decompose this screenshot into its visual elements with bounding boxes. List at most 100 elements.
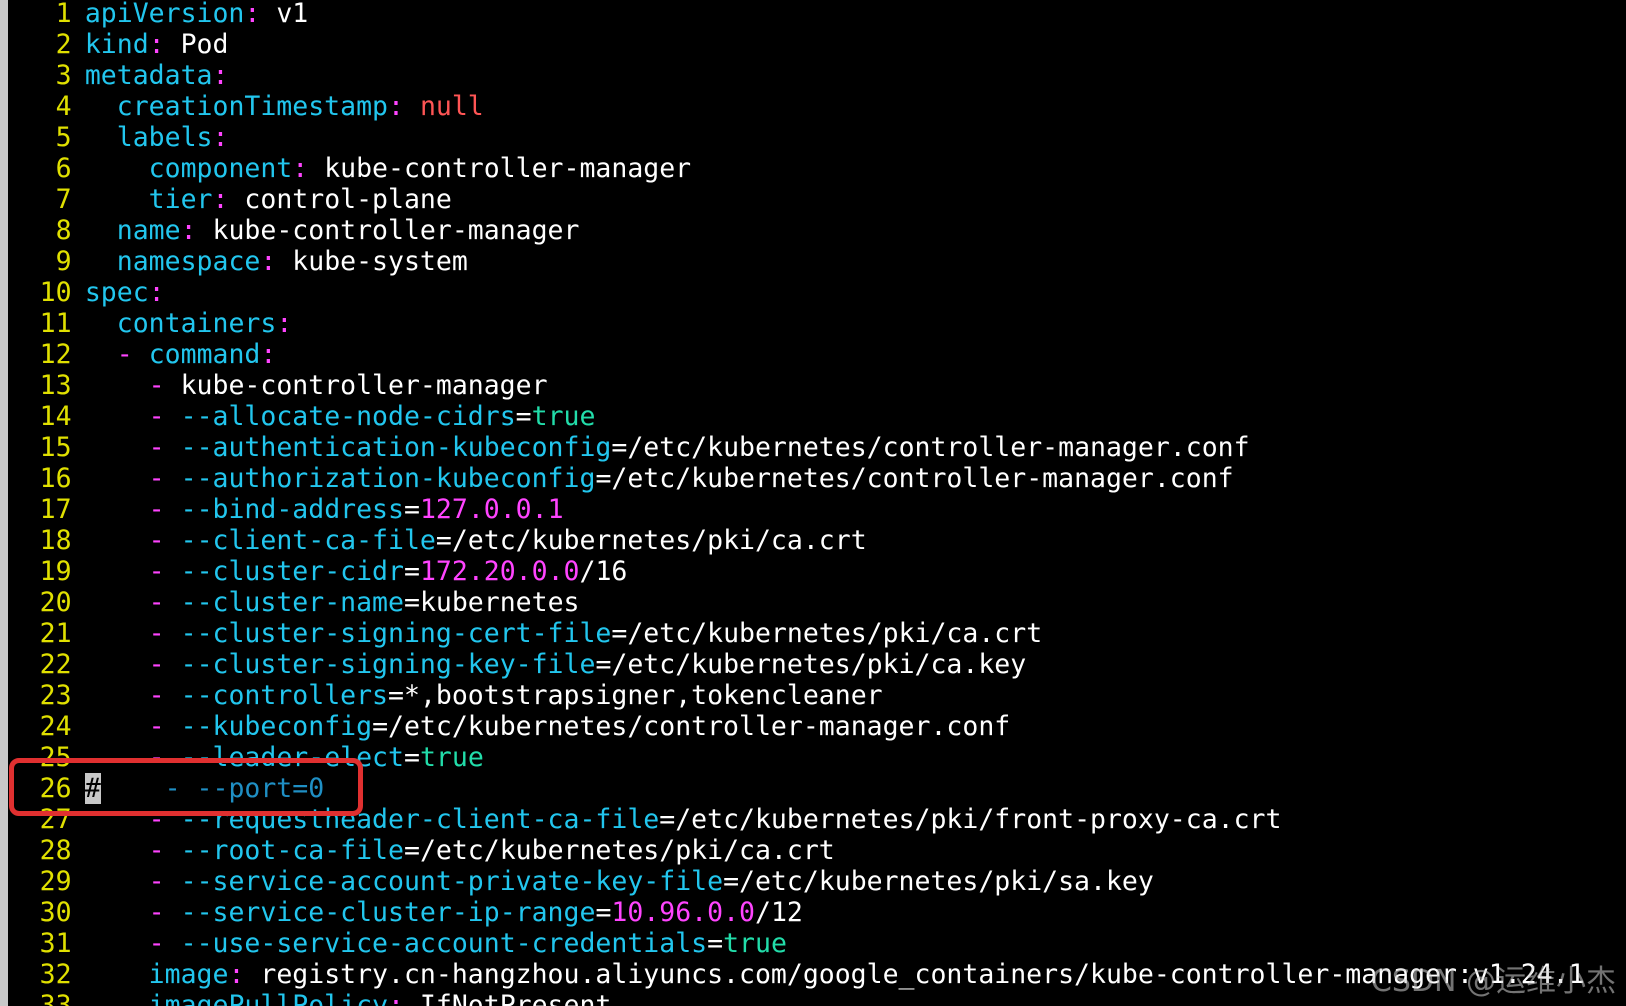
code-token: = [403, 556, 420, 587]
code-line-6[interactable]: 6 component: kube-controller-manager [8, 153, 1585, 184]
code-line-29[interactable]: 29 - --service-account-private-key-file=… [8, 866, 1585, 897]
code-token: =/etc/kubernetes/controller-manager.conf [611, 432, 1250, 463]
code-token: : [212, 122, 229, 153]
code-token: --service-account-private-key-file [180, 866, 724, 897]
code-line-25[interactable]: 25 - --leader-elect=true [8, 742, 1585, 773]
code-token: = [515, 401, 532, 432]
code-line-11[interactable]: 11 containers: [8, 308, 1585, 339]
line-number: 33 [39, 990, 72, 1006]
code-token: IfNotPresent [403, 990, 612, 1006]
code-token: creationTimestamp [116, 91, 388, 122]
code-line-28[interactable]: 28 - --root-ca-file=/etc/kubernetes/pki/… [8, 835, 1585, 866]
code-token: tier [148, 184, 213, 215]
code-token: - [148, 618, 165, 649]
code-line-18[interactable]: 18 - --client-ca-file=/etc/kubernetes/pk… [8, 525, 1585, 556]
line-number: 10 [39, 277, 72, 308]
code-line-2[interactable]: 2 kind: Pod [8, 29, 1585, 60]
window-edge [0, 0, 8, 1006]
code-line-10[interactable]: 10 spec: [8, 277, 1585, 308]
code-token: : [276, 308, 293, 339]
code-line-19[interactable]: 19 - --cluster-cidr=172.20.0.0/16 [8, 556, 1585, 587]
line-number: 15 [39, 432, 72, 463]
code-token: v1 [260, 0, 309, 29]
code-line-1[interactable]: 1 apiVersion: v1 [8, 0, 1585, 29]
code-line-27[interactable]: 27 - --requestheader-client-ca-file=/etc… [8, 804, 1585, 835]
code-token: - [148, 804, 165, 835]
code-line-30[interactable]: 30 - --service-cluster-ip-range=10.96.0.… [8, 897, 1585, 928]
code-line-33[interactable]: 33 imagePullPolicy: IfNotPresent [8, 990, 1585, 1006]
code-token: labels [116, 122, 213, 153]
code-token: =/etc/kubernetes/pki/ca.crt [403, 835, 835, 866]
code-token: --bind-address [180, 494, 404, 525]
code-line-17[interactable]: 17 - --bind-address=127.0.0.1 [8, 494, 1585, 525]
code-token: --use-service-account-credentials [180, 928, 708, 959]
code-line-24[interactable]: 24 - --kubeconfig=/etc/kubernetes/contro… [8, 711, 1585, 742]
line-number: 14 [39, 401, 72, 432]
code-line-22[interactable]: 22 - --cluster-signing-key-file=/etc/kub… [8, 649, 1585, 680]
code-token: - [148, 928, 165, 959]
code-line-4[interactable]: 4 creationTimestamp: null [8, 91, 1585, 122]
code-line-9[interactable]: 9 namespace: kube-system [8, 246, 1585, 277]
code-line-20[interactable]: 20 - --cluster-name=kubernetes [8, 587, 1585, 618]
line-number: 20 [39, 587, 72, 618]
code-token: - [148, 525, 165, 556]
code-line-23[interactable]: 23 - --controllers=*,bootstrapsigner,tok… [8, 680, 1585, 711]
code-line-21[interactable]: 21 - --cluster-signing-cert-file=/etc/ku… [8, 618, 1585, 649]
code-token: : [212, 60, 229, 91]
code-line-13[interactable]: 13 - kube-controller-manager [8, 370, 1585, 401]
code-line-32[interactable]: 32 image: registry.cn-hangzhou.aliyuncs.… [8, 959, 1585, 990]
vim-editor[interactable]: 1 apiVersion: v1 2 kind: Pod 3 metadata: 4 cre… [0, 0, 1626, 1006]
code-token: --authorization-kubeconfig [180, 463, 596, 494]
code-line-15[interactable]: 15 - --authentication-kubeconfig=/etc/ku… [8, 432, 1585, 463]
code-token: name [116, 215, 181, 246]
code-token: : [148, 277, 165, 308]
code-token: --cluster-signing-key-file [180, 649, 596, 680]
code-line-16[interactable]: 16 - --authorization-kubeconfig=/etc/kub… [8, 463, 1585, 494]
code-token: =/etc/kubernetes/pki/ca.crt [435, 525, 867, 556]
line-number: 1 [55, 0, 72, 29]
code-token: : [212, 184, 229, 215]
code-line-26[interactable]: 26 # - --port=0 [8, 773, 1585, 804]
code-line-14[interactable]: 14 - --allocate-node-cidrs=true [8, 401, 1585, 432]
code-line-7[interactable]: 7 tier: control-plane [8, 184, 1585, 215]
code-token: --root-ca-file [180, 835, 404, 866]
code-token: - [148, 463, 165, 494]
line-number: 11 [39, 308, 72, 339]
line-number: 16 [39, 463, 72, 494]
code-token: --leader-elect [180, 742, 404, 773]
code-area[interactable]: 1 apiVersion: v1 2 kind: Pod 3 metadata: 4 cre… [8, 0, 1585, 1006]
line-number: 5 [55, 122, 72, 153]
code-token: - [148, 711, 165, 742]
line-number: 22 [39, 649, 72, 680]
code-token: --controllers [180, 680, 389, 711]
line-number: 27 [39, 804, 72, 835]
text-cursor: # [84, 773, 101, 804]
code-token: = [403, 742, 420, 773]
code-token: --cluster-name [180, 587, 404, 618]
code-token: true [723, 928, 787, 959]
code-line-12[interactable]: 12 - command: [8, 339, 1585, 370]
code-line-3[interactable]: 3 metadata: [8, 60, 1585, 91]
code-token: image [148, 959, 229, 990]
code-line-8[interactable]: 8 name: kube-controller-manager [8, 215, 1585, 246]
code-token: --kubeconfig [180, 711, 373, 742]
code-line-31[interactable]: 31 - --use-service-account-credentials=t… [8, 928, 1585, 959]
code-line-5[interactable]: 5 labels: [8, 122, 1585, 153]
